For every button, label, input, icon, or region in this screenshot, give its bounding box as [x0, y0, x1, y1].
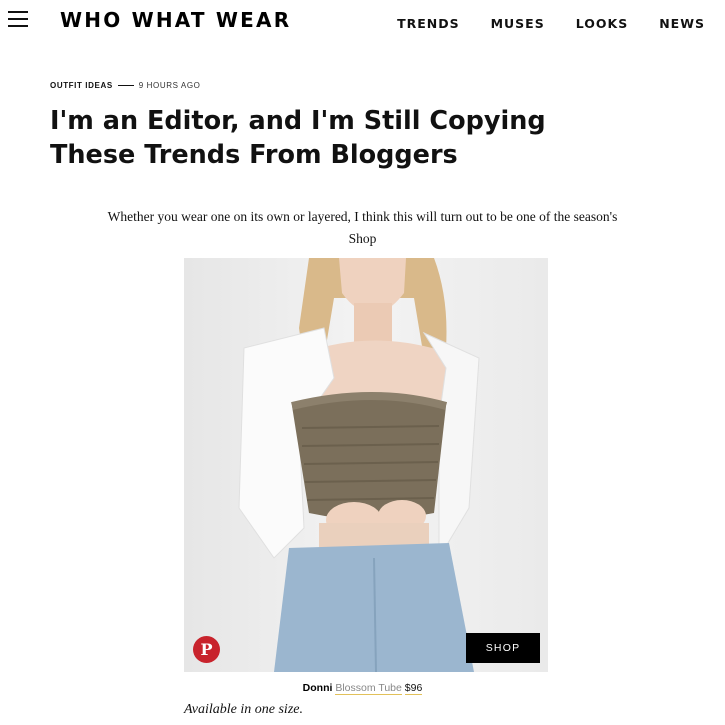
article-title: I'm an Editor, and I'm Still Copying The…	[50, 106, 546, 170]
article-kicker: OUTFIT IDEAS 9 HOURS AGO	[50, 81, 201, 90]
model-illustration	[238, 258, 480, 672]
nav-trends[interactable]: TRENDS	[397, 16, 460, 31]
nav-looks[interactable]: LOOKS	[576, 16, 628, 31]
product-name-link[interactable]: Blossom Tube	[335, 682, 402, 695]
pinterest-icon[interactable]: P	[193, 636, 220, 663]
main-nav: TRENDS MUSES LOOKS NEWS	[397, 16, 705, 31]
product-price[interactable]: $96	[404, 682, 423, 695]
intro-text: Whether you wear one on its own or layer…	[107, 209, 618, 224]
product-brand[interactable]: Donni	[303, 682, 333, 694]
category-link[interactable]: OUTFIT IDEAS	[50, 81, 113, 90]
product-photo[interactable]	[184, 258, 548, 672]
intro-shop-text: Shop	[348, 231, 377, 246]
nav-news[interactable]: NEWS	[659, 16, 705, 31]
product-caption: Donni Blossom Tube $96	[0, 682, 725, 695]
article-intro: Whether you wear one on its own or layer…	[80, 206, 645, 250]
hamburger-menu-icon[interactable]	[8, 11, 28, 29]
kicker-divider	[117, 85, 134, 86]
site-logo[interactable]: WHO WHAT WEAR	[60, 8, 291, 32]
nav-muses[interactable]: MUSES	[491, 16, 545, 31]
timestamp: 9 HOURS AGO	[138, 81, 201, 90]
availability-note: Available in one size.	[184, 702, 303, 717]
site-header: WHO WHAT WEAR TRENDS MUSES LOOKS NEWS	[0, 0, 725, 48]
shop-button[interactable]: SHOP	[466, 633, 540, 663]
